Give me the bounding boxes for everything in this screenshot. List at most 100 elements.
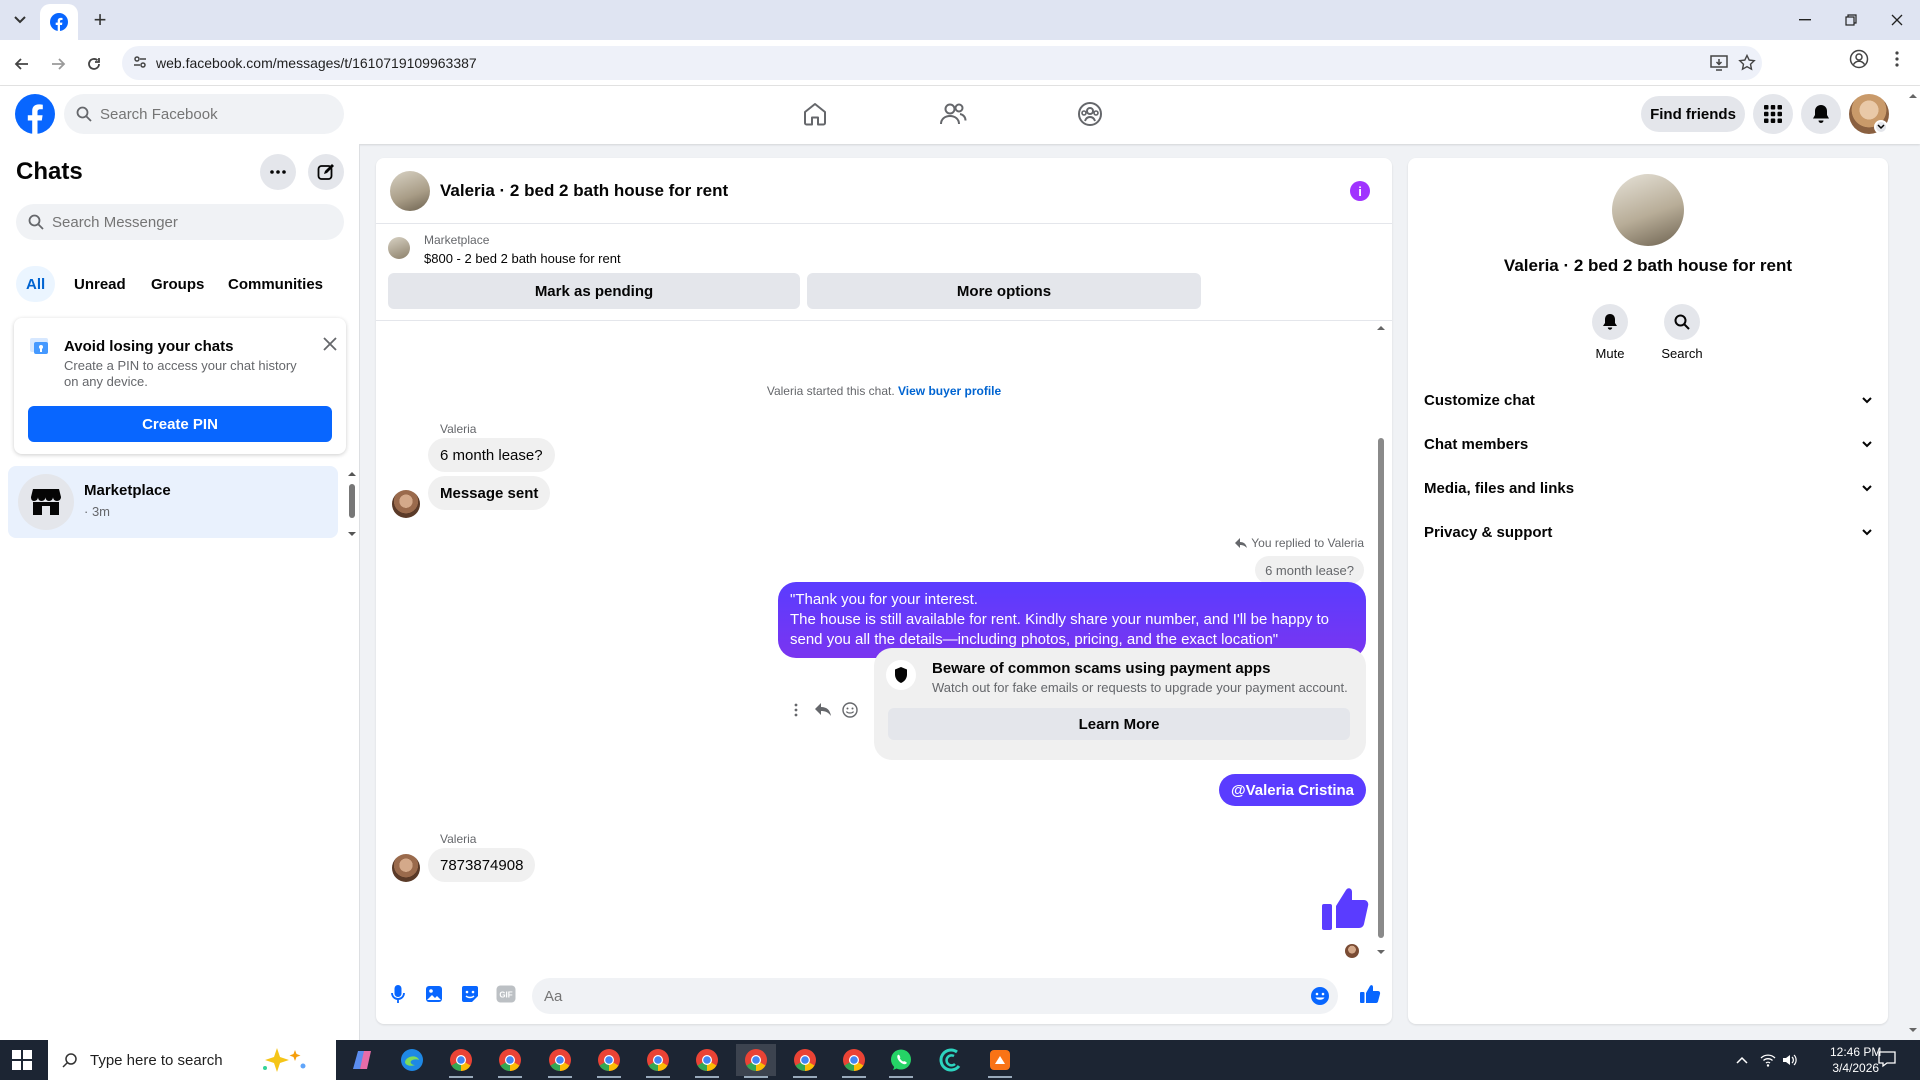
find-friends-button[interactable]: Find friends	[1641, 96, 1745, 132]
chat-members-section[interactable]: Chat members	[1424, 424, 1872, 464]
back-button[interactable]	[10, 52, 34, 76]
chrome-app-icon[interactable]	[490, 1044, 530, 1078]
sender-avatar[interactable]	[392, 854, 420, 882]
chat-list-item[interactable]: Marketplace · 3m	[8, 466, 338, 538]
close-window-button[interactable]	[1882, 8, 1912, 32]
whatsapp-app-icon[interactable]	[881, 1044, 921, 1078]
address-bar[interactable]: web.facebook.com/messages/t/161071910996…	[122, 46, 1762, 80]
windows-start-icon[interactable]	[12, 1050, 32, 1070]
messenger-search[interactable]	[16, 204, 344, 240]
chevron-up-icon[interactable]	[1734, 1052, 1750, 1068]
notifications-bell-icon[interactable]	[1801, 94, 1841, 134]
details-avatar[interactable]	[1612, 174, 1684, 246]
notification-center-icon[interactable]	[1878, 1050, 1896, 1068]
facebook-search[interactable]	[64, 94, 344, 134]
tab-all[interactable]: All	[16, 266, 56, 302]
reply-icon[interactable]	[814, 702, 832, 718]
chrome-app-icon[interactable]	[638, 1044, 678, 1078]
gif-icon[interactable]: GIF	[494, 982, 518, 1006]
new-message-icon[interactable]	[308, 154, 344, 190]
reload-button[interactable]	[82, 52, 106, 76]
search-action[interactable]: Search	[1652, 304, 1712, 361]
chrome-app-icon[interactable]	[736, 1044, 776, 1078]
minimize-button[interactable]	[1790, 8, 1820, 32]
listing-title[interactable]: $800 - 2 bed 2 bath house for rent	[424, 251, 621, 266]
thumbs-up-icon[interactable]	[1320, 882, 1372, 934]
bell-icon[interactable]	[1592, 304, 1628, 340]
tab-communities[interactable]: Communities	[218, 266, 333, 302]
mark-as-pending-button[interactable]: Mark as pending	[388, 273, 800, 309]
bookmark-star-icon[interactable]	[1738, 54, 1758, 74]
taskbar-clock[interactable]: 12:46 PM 3/4/2026	[1830, 1044, 1881, 1076]
incoming-message[interactable]: 6 month lease?	[428, 438, 555, 472]
menu-grid-icon[interactable]	[1753, 94, 1793, 134]
photo-attach-icon[interactable]	[422, 982, 446, 1006]
browser-toolbar: web.facebook.com/messages/t/161071910996…	[0, 40, 1920, 86]
search-icon[interactable]	[1664, 304, 1700, 340]
sender-avatar[interactable]	[392, 490, 420, 518]
wifi-icon[interactable]	[1760, 1052, 1776, 1068]
home-nav-icon[interactable]	[795, 96, 835, 132]
tab-search-chevron-icon[interactable]	[8, 10, 32, 30]
chats-options-icon[interactable]	[260, 154, 296, 190]
facebook-search-input[interactable]	[100, 94, 330, 134]
info-icon[interactable]: i	[1350, 181, 1370, 201]
mute-action[interactable]: Mute	[1580, 304, 1640, 361]
taskbar-search[interactable]: Type here to search	[48, 1040, 336, 1080]
view-buyer-profile-link[interactable]: View buyer profile	[898, 384, 1001, 398]
chrome-app-icon[interactable]	[540, 1044, 580, 1078]
tab-unread[interactable]: Unread	[64, 266, 136, 302]
learn-more-button[interactable]: Learn More	[888, 708, 1350, 740]
conversation-avatar[interactable]	[390, 171, 430, 211]
message-list-scrollbar[interactable]	[1374, 322, 1388, 958]
friends-nav-icon[interactable]	[933, 96, 973, 132]
slides-app-icon[interactable]	[980, 1044, 1020, 1078]
chat-list-scrollbar[interactable]	[346, 470, 358, 538]
url-text[interactable]: web.facebook.com/messages/t/161071910996…	[156, 55, 477, 71]
browser-tab-facebook[interactable]	[40, 4, 78, 40]
listing-thumbnail[interactable]	[388, 237, 410, 259]
site-info-icon[interactable]	[132, 54, 148, 70]
microphone-icon[interactable]	[386, 982, 410, 1006]
chrome-app-icon[interactable]	[589, 1044, 629, 1078]
incoming-message[interactable]: Message sent	[428, 476, 551, 510]
install-app-icon[interactable]	[1710, 54, 1730, 74]
sticker-icon[interactable]	[458, 982, 482, 1006]
curve-app-icon[interactable]	[931, 1044, 971, 1076]
copilot-app-icon[interactable]	[342, 1044, 382, 1076]
restore-button[interactable]	[1836, 8, 1866, 32]
emoji-icon[interactable]	[1310, 986, 1330, 1006]
incoming-message[interactable]: 7873874908	[428, 848, 536, 882]
browser-menu-icon[interactable]	[1886, 48, 1908, 70]
message-input[interactable]	[544, 978, 1284, 1014]
chrome-app-icon[interactable]	[441, 1044, 481, 1078]
forward-button[interactable]	[46, 52, 70, 76]
create-pin-button[interactable]: Create PIN	[28, 406, 332, 442]
chrome-app-icon[interactable]	[834, 1044, 874, 1078]
page-scrollbar[interactable]	[1906, 86, 1920, 1040]
privacy-support-section[interactable]: Privacy & support	[1424, 512, 1872, 552]
media-files-links-section[interactable]: Media, files and links	[1424, 468, 1872, 508]
thumbs-up-send-icon[interactable]	[1358, 982, 1382, 1006]
outgoing-message[interactable]: "Thank you for your interest. The house …	[778, 582, 1366, 658]
message-input-box[interactable]	[532, 978, 1338, 1014]
close-icon[interactable]	[318, 332, 342, 356]
react-emoji-icon[interactable]	[842, 702, 858, 718]
groups-nav-icon[interactable]	[1070, 96, 1110, 132]
more-vertical-icon[interactable]	[794, 703, 798, 717]
profile-icon[interactable]	[1848, 48, 1870, 70]
edge-app-icon[interactable]	[392, 1044, 432, 1076]
chrome-app-icon[interactable]	[687, 1044, 727, 1078]
account-chevron-down-icon[interactable]	[1874, 120, 1888, 134]
more-options-button[interactable]: More options	[807, 273, 1201, 309]
chrome-app-icon[interactable]	[785, 1044, 825, 1078]
messenger-search-input[interactable]	[52, 204, 332, 240]
facebook-logo-icon[interactable]	[15, 94, 55, 134]
customize-chat-section[interactable]: Customize chat	[1424, 380, 1872, 420]
new-tab-button[interactable]: +	[88, 7, 112, 32]
conversation-title[interactable]: Valeria · 2 bed 2 bath house for rent	[440, 181, 728, 201]
quoted-message[interactable]: 6 month lease?	[1255, 556, 1364, 584]
outgoing-mention-message[interactable]: @Valeria Cristina	[1218, 774, 1366, 806]
volume-icon[interactable]	[1782, 1052, 1798, 1068]
tab-groups[interactable]: Groups	[141, 266, 214, 302]
